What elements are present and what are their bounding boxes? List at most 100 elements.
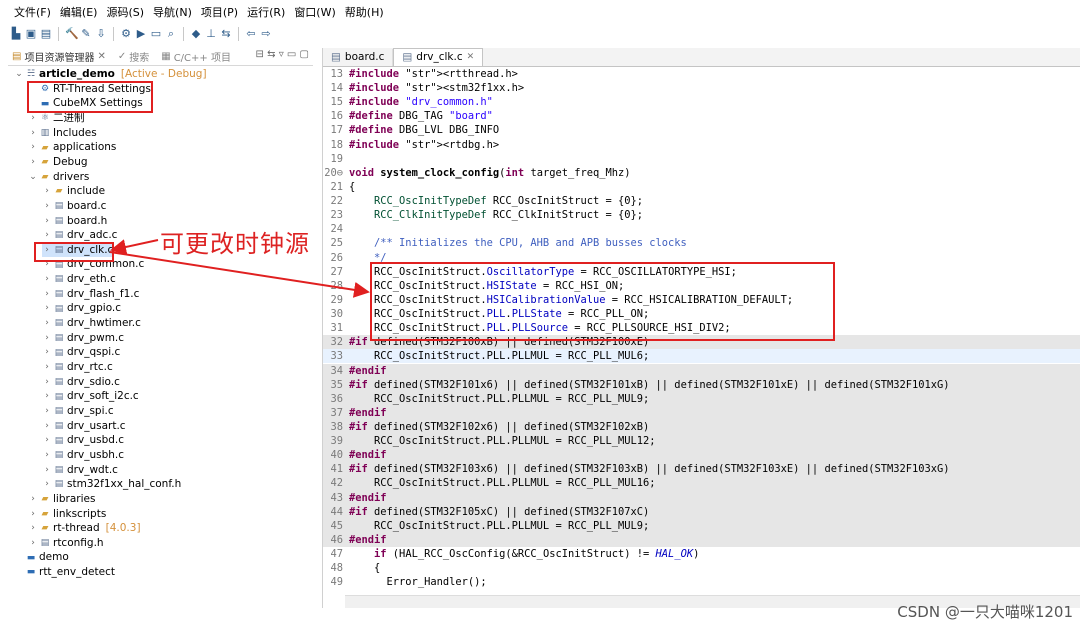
- tree-item[interactable]: ▬ rtt_env_detect: [14, 565, 115, 580]
- download-icon[interactable]: ⇩: [95, 28, 107, 40]
- collapse-all-icon[interactable]: ⊟: [256, 49, 264, 60]
- editor-tab[interactable]: ▤ drv_clk.c ✕: [393, 48, 484, 66]
- tree-item[interactable]: › ▤ drv_qspi.c: [42, 345, 120, 360]
- collapsed-chevron-icon[interactable]: ›: [42, 463, 52, 478]
- code-line[interactable]: 38 #if defined(STM32F102x6) || defined(ST…: [323, 420, 1080, 435]
- collapsed-chevron-icon[interactable]: ›: [42, 316, 52, 331]
- collapsed-chevron-icon[interactable]: ›: [28, 536, 38, 551]
- tree-item[interactable]: › ▤ board.h: [42, 214, 107, 229]
- code-line[interactable]: 21 {: [323, 180, 1080, 194]
- collapsed-chevron-icon[interactable]: ›: [28, 507, 38, 522]
- tree-item[interactable]: › ▤ rtconfig.h: [28, 536, 103, 551]
- tab-project-explorer[interactable]: ▤ 项目资源管理器 ✕: [12, 49, 106, 64]
- collapsed-chevron-icon[interactable]: ›: [42, 448, 52, 463]
- collapsed-chevron-icon[interactable]: ›: [28, 126, 38, 141]
- expanded-chevron-icon[interactable]: ⌄: [28, 170, 38, 185]
- forward-icon[interactable]: ⇨: [260, 28, 272, 40]
- code-line[interactable]: 17 #define DBG_LVL DBG_INFO: [323, 123, 1080, 137]
- search-icon[interactable]: ⌕: [165, 28, 177, 40]
- code-line[interactable]: 49 Error_Handler();: [323, 575, 1080, 589]
- code-line[interactable]: 19: [323, 152, 1080, 166]
- collapsed-chevron-icon[interactable]: ›: [42, 184, 52, 199]
- minimize-icon[interactable]: ▭: [287, 49, 296, 60]
- tree-item[interactable]: › ▤ drv_usart.c: [42, 419, 125, 434]
- code-line[interactable]: 42 RCC_OscInitStruct.PLL.PLLMUL = RCC_PL…: [323, 476, 1080, 491]
- tree-item[interactable]: › ▰ linkscripts: [28, 507, 106, 522]
- code-line[interactable]: 16 #define DBG_TAG "board": [323, 109, 1080, 123]
- maximize-icon[interactable]: ▢: [300, 49, 309, 60]
- tree-item[interactable]: › ▰ rt-thread [4.0.3]: [28, 521, 140, 536]
- tree-item[interactable]: › ▤ drv_rtc.c: [42, 360, 113, 375]
- collapsed-chevron-icon[interactable]: ›: [42, 199, 52, 214]
- collapsed-chevron-icon[interactable]: ›: [42, 228, 52, 243]
- clean-icon[interactable]: ✎: [80, 28, 92, 40]
- tree-item[interactable]: › ▤ drv_hwtimer.c: [42, 316, 141, 331]
- code-line[interactable]: 24: [323, 222, 1080, 236]
- tree-item[interactable]: › ▤ drv_eth.c: [42, 272, 116, 287]
- collapsed-chevron-icon[interactable]: ›: [42, 404, 52, 419]
- debug-icon[interactable]: ⚙: [120, 28, 132, 40]
- code-line[interactable]: 37 #endif: [323, 405, 1080, 420]
- code-line[interactable]: 36 RCC_OscInitStruct.PLL.PLLMUL = RCC_PL…: [323, 391, 1080, 406]
- menu-item[interactable]: 导航(N): [153, 4, 192, 22]
- tree-item[interactable]: › ▥ Includes: [28, 126, 97, 141]
- build-icon[interactable]: 🔨: [65, 28, 79, 40]
- next-annotation-icon[interactable]: ◆: [190, 28, 202, 40]
- tree-item[interactable]: › ▰ include: [42, 184, 105, 199]
- code-line[interactable]: 41 #if defined(STM32F103x6) || defined(ST…: [323, 462, 1080, 477]
- tree-item[interactable]: › ▰ Debug: [28, 155, 87, 170]
- tab-cpp-projects[interactable]: ▦ C/C++ 项目: [161, 49, 231, 64]
- tree-item[interactable]: › ▰ libraries: [28, 492, 95, 507]
- code-line[interactable]: 18 #include "str"><rtdbg.h>: [323, 138, 1080, 152]
- code-line[interactable]: 47 if (HAL_RCC_OscConfig(&RCC_OscInitStr…: [323, 547, 1080, 561]
- code-line[interactable]: 48 {: [323, 561, 1080, 575]
- collapsed-chevron-icon[interactable]: ›: [28, 140, 38, 155]
- close-icon[interactable]: ✕: [467, 49, 475, 66]
- collapsed-chevron-icon[interactable]: ›: [42, 331, 52, 346]
- run-icon[interactable]: ▶: [135, 28, 147, 40]
- collapsed-chevron-icon[interactable]: ›: [28, 111, 38, 126]
- collapsed-chevron-icon[interactable]: ›: [42, 345, 52, 360]
- tree-item[interactable]: › ▤ drv_spi.c: [42, 404, 113, 419]
- collapsed-chevron-icon[interactable]: ›: [42, 272, 52, 287]
- code-line[interactable]: 33 RCC_OscInitStruct.PLL.PLLMUL = RCC_PL…: [323, 349, 1080, 364]
- code-line[interactable]: 23 RCC_ClkInitTypeDef RCC_ClkInitStruct …: [323, 208, 1080, 222]
- code-line[interactable]: 35 #if defined(STM32F101x6) || defined(ST…: [323, 377, 1080, 392]
- code-line[interactable]: 14 #include "str"><stm32f1xx.h>: [323, 81, 1080, 95]
- tree-item[interactable]: ▬ demo: [14, 550, 69, 565]
- tree-item[interactable]: ⌄ ▰ drivers: [28, 170, 89, 185]
- collapsed-chevron-icon[interactable]: ›: [28, 155, 38, 170]
- menu-item[interactable]: 运行(R): [247, 4, 285, 22]
- marker-icon[interactable]: ⊥: [205, 28, 217, 40]
- code-line[interactable]: 22 RCC_OscInitTypeDef RCC_OscInitStruct …: [323, 194, 1080, 208]
- expanded-chevron-icon[interactable]: ⌄: [14, 67, 24, 82]
- collapsed-chevron-icon[interactable]: ›: [42, 301, 52, 316]
- link-editor-icon[interactable]: ⇆: [267, 49, 275, 60]
- collapsed-chevron-icon[interactable]: ›: [42, 433, 52, 448]
- collapsed-chevron-icon[interactable]: ›: [42, 375, 52, 390]
- menu-item[interactable]: 帮助(H): [345, 4, 384, 22]
- menu-item[interactable]: 文件(F): [14, 4, 51, 22]
- tree-item[interactable]: › ▤ board.c: [42, 199, 106, 214]
- sync-icon[interactable]: ⇆: [220, 28, 232, 40]
- code-line[interactable]: 44 #if defined(STM32F105xC) || defined(ST…: [323, 504, 1080, 519]
- tree-item[interactable]: › ▤ drv_gpio.c: [42, 301, 121, 316]
- tab-search[interactable]: ✓ 搜索: [118, 49, 149, 64]
- menu-item[interactable]: 编辑(E): [60, 4, 98, 22]
- tree-item[interactable]: › ▤ drv_soft_i2c.c: [42, 389, 139, 404]
- collapsed-chevron-icon[interactable]: ›: [42, 477, 52, 492]
- menu-item[interactable]: 源码(S): [106, 4, 144, 22]
- tree-item[interactable]: › ▤ drv_wdt.c: [42, 463, 118, 478]
- menu-item[interactable]: 窗口(W): [294, 4, 335, 22]
- back-icon[interactable]: ⇦: [245, 28, 257, 40]
- code-line[interactable]: 15 #include "drv_common.h": [323, 95, 1080, 109]
- collapsed-chevron-icon[interactable]: ›: [42, 419, 52, 434]
- tree-item[interactable]: › ▤ drv_flash_f1.c: [42, 287, 139, 302]
- tree-item[interactable]: › ▤ drv_sdio.c: [42, 375, 120, 390]
- tree-item[interactable]: › ▰ applications: [28, 140, 116, 155]
- code-line[interactable]: 39 RCC_OscInitStruct.PLL.PLLMUL = RCC_PL…: [323, 434, 1080, 449]
- tree-item[interactable]: ⌄ ☵ article_demo [Active - Debug]: [14, 67, 206, 82]
- tree-item[interactable]: › ⚛ 二进制: [28, 111, 84, 126]
- code-line[interactable]: 25 /** Initializes the CPU, AHB and APB …: [323, 236, 1080, 250]
- code-line[interactable]: 13 #include "str"><rtthread.h>: [323, 67, 1080, 81]
